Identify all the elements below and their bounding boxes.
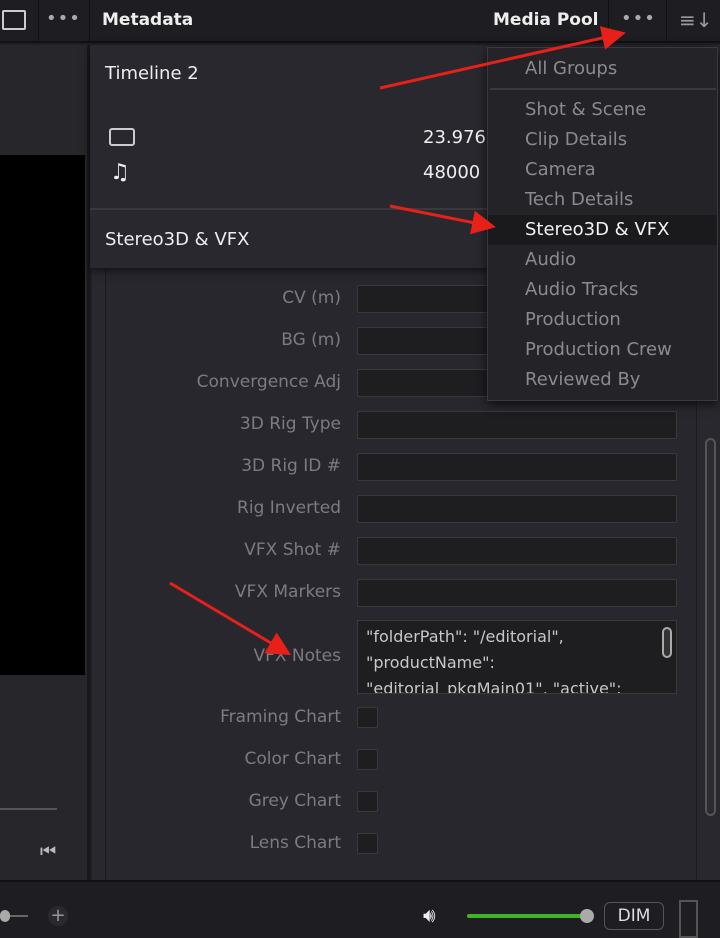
arrow [379, 26, 626, 90]
arrow [169, 581, 292, 656]
arrow [389, 204, 496, 235]
annotation-arrows [169, 26, 626, 656]
